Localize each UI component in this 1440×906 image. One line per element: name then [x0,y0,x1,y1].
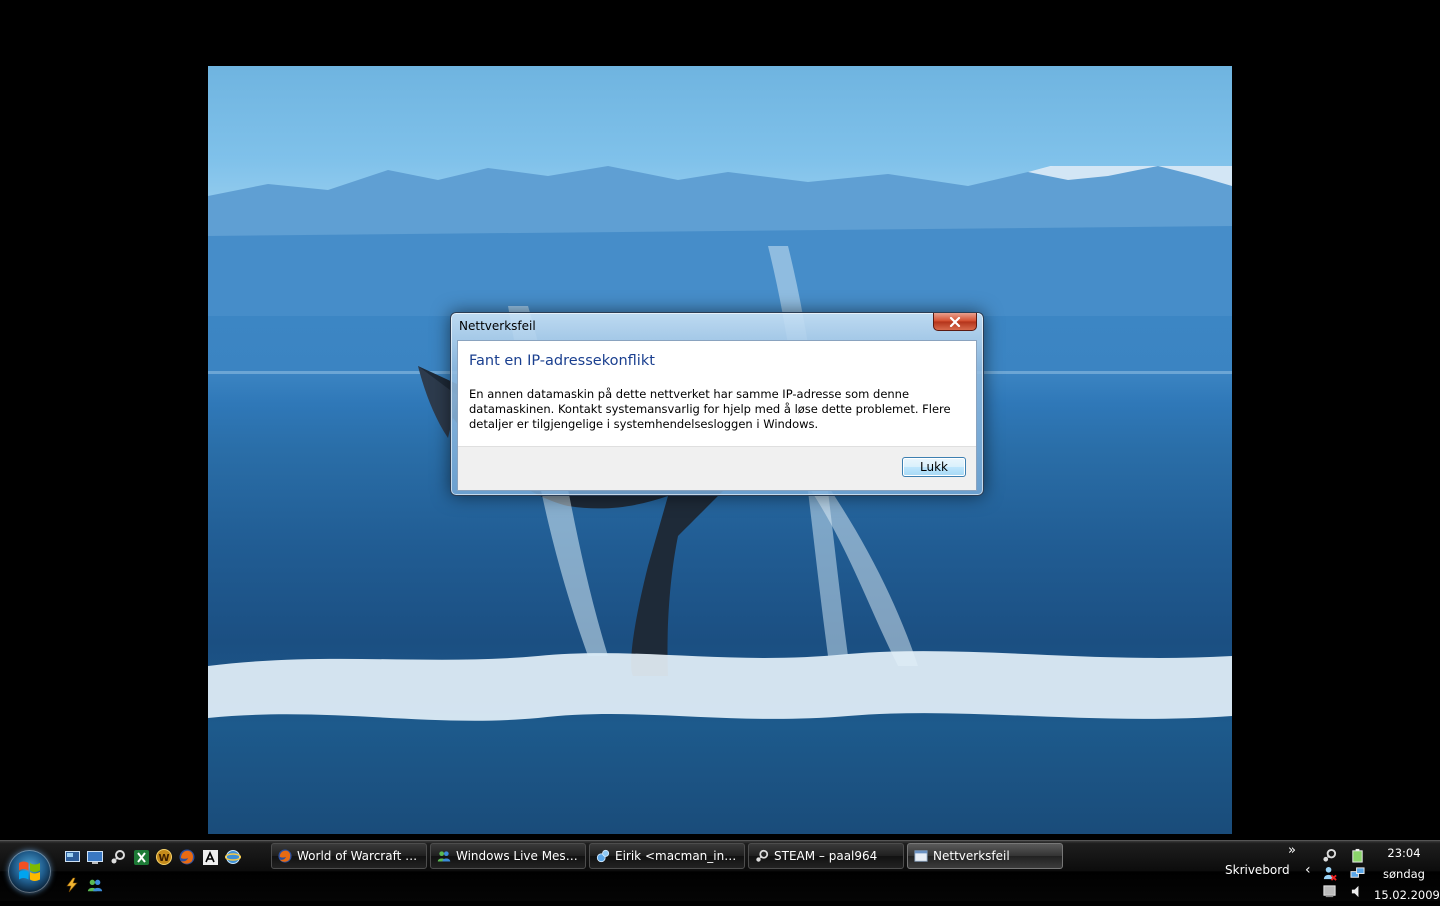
dialog-footer: Lukk [458,446,976,490]
dialog-message: En annen datamaskin på dette nettverket … [469,387,951,431]
firefox-icon[interactable] [179,849,195,865]
device-icon[interactable] [1322,884,1337,899]
chat-icon [596,849,610,863]
excel-icon[interactable] [133,849,149,865]
network-icon[interactable] [1350,866,1365,881]
desktop-toolbar-label[interactable]: Skrivebord [1225,863,1290,877]
clock[interactable]: 23:04 søndag 15.02.2009 [1374,843,1440,906]
lightning-icon[interactable] [64,877,80,893]
clock-date: 15.02.2009 [1374,888,1440,902]
task-windows-live-messenger[interactable]: Windows Live Mess... [430,843,586,869]
task-chat-eirik[interactable]: Eirik <macman_infi... [589,843,745,869]
steam-icon [756,849,769,862]
dialog-heading: Fant en IP-adressekonflikt [469,353,655,369]
quick-launch-row1: W [64,849,241,865]
world-of-warcraft-icon[interactable]: W [156,849,172,865]
switch-windows-icon[interactable] [87,849,103,865]
messenger-icon [437,851,451,862]
task-world-of-warcraft[interactable]: World of Warcraft :: ... [271,843,427,869]
toolbar-overflow-button[interactable]: » [1288,843,1296,858]
task-label: Windows Live Mess... [456,849,579,863]
show-desktop-icon[interactable] [64,849,80,865]
quick-launch-row2 [64,877,103,893]
dialog-title: Nettverksfeil [459,319,536,333]
messenger-icon[interactable] [87,877,103,893]
close-icon [949,316,961,327]
clock-time: 23:04 [1387,846,1421,860]
task-label: Eirik <macman_infi... [615,849,738,863]
messenger-offline-icon[interactable] [1322,866,1337,881]
start-button[interactable] [8,850,51,893]
taskbar-buttons: World of Warcraft :: ... Windows Live Me… [271,843,1063,869]
volume-icon[interactable] [1350,884,1365,899]
task-label: STEAM – paal964 [774,849,878,863]
steam-tray-icon[interactable] [1322,848,1337,863]
task-label: World of Warcraft :: ... [297,849,420,863]
lukk-button[interactable]: Lukk [902,457,966,477]
close-window-button[interactable] [933,313,977,331]
clock-day: søndag [1383,867,1425,881]
window-icon [914,850,928,862]
task-nettverksfeil[interactable]: Nettverksfeil [907,843,1063,869]
firefox-icon [278,849,292,863]
task-label: Nettverksfeil [933,849,1010,863]
tray-expand-button[interactable]: ‹ [1305,862,1311,878]
cmd-icon[interactable] [202,849,218,865]
dialog-content: Fant en IP-adressekonflikt En annen data… [457,340,977,491]
battery-icon[interactable] [1350,848,1365,863]
steam-icon[interactable] [110,849,126,865]
svg-text:W: W [158,853,169,864]
windows-orb-icon [19,861,40,881]
notification-area [1320,845,1370,899]
browser-icon[interactable] [225,849,241,865]
taskbar: W World of Warcraft :: ... Windows Live … [0,840,1440,902]
network-error-dialog: Nettverksfeil Fant en IP-adressekonflikt… [450,312,984,496]
task-steam[interactable]: STEAM – paal964 [748,843,904,869]
